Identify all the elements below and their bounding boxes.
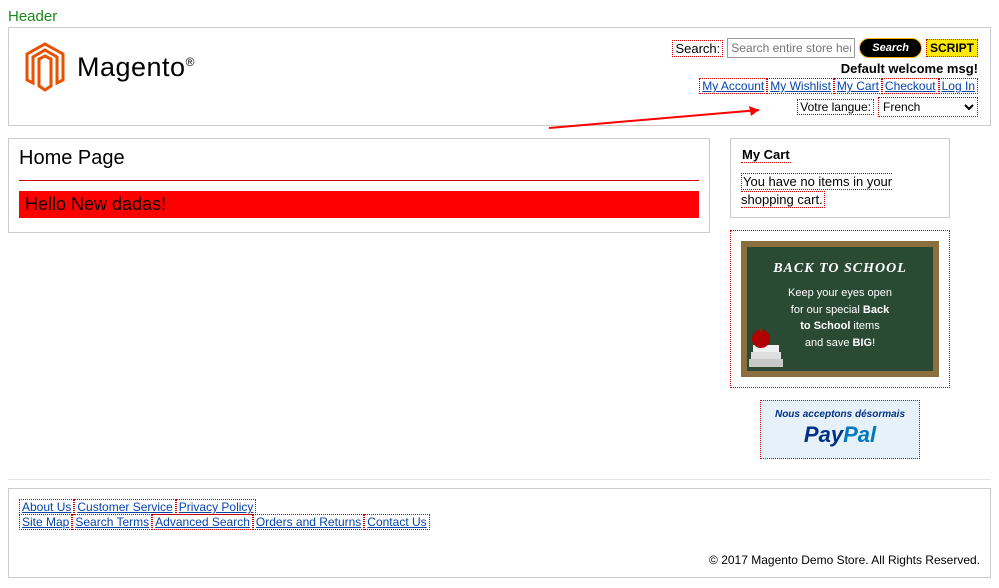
nav-links: My AccountMy WishlistMy CartCheckoutLog … (672, 78, 978, 93)
paypal-logo-icon: PayPal (767, 422, 913, 448)
nav-my-account[interactable]: My Account (699, 78, 767, 94)
welcome-msg: Default welcome msg! (672, 61, 978, 76)
title-underline (19, 180, 699, 181)
language-label: Votre langue: (797, 99, 874, 115)
promo-box: BACK TO SCHOOL Keep your eyes open for o… (730, 230, 950, 388)
copyright: © 2017 Magento Demo Store. All Rights Re… (19, 553, 980, 567)
footer-row-1: About UsCustomer ServicePrivacy Policy (19, 499, 980, 514)
logo-wrap: Magento® (23, 42, 195, 92)
nav-checkout[interactable]: Checkout (882, 78, 939, 94)
footer-row-2: Site MapSearch TermsAdvanced SearchOrder… (19, 514, 980, 529)
nav-my-cart[interactable]: My Cart (834, 78, 882, 94)
nav-my-wishlist[interactable]: My Wishlist (767, 78, 834, 94)
header-box: Magento® Search: Search SCRIPT Default w… (8, 27, 991, 126)
magento-logo-icon (23, 42, 67, 92)
footer-divider (8, 479, 991, 480)
search-input[interactable] (727, 38, 855, 58)
header-label: Header (8, 8, 991, 25)
footer: About UsCustomer ServicePrivacy Policy S… (8, 488, 991, 578)
footer-customer-service[interactable]: Customer Service (74, 499, 175, 515)
cart-title: My Cart (741, 147, 791, 163)
hello-bar: Hello New dadas! (19, 191, 699, 218)
main-content: Home Page Hello New dadas! (8, 138, 710, 233)
paypal-accept-text: Nous acceptons désormais (767, 409, 913, 420)
script-tag: SCRIPT (926, 39, 978, 57)
cart-box: My Cart You have no items in your shoppi… (730, 138, 950, 218)
footer-contact[interactable]: Contact Us (364, 514, 429, 530)
promo-title: BACK TO SCHOOL (757, 261, 923, 277)
footer-sitemap[interactable]: Site Map (19, 514, 72, 530)
footer-about[interactable]: About Us (19, 499, 74, 515)
page-title: Home Page (19, 147, 699, 174)
apple-books-icon (747, 321, 787, 371)
language-select[interactable]: French (878, 97, 978, 117)
brand-name: Magento® (77, 52, 195, 83)
footer-search-terms[interactable]: Search Terms (72, 514, 152, 530)
paypal-banner: Nous acceptons désormais PayPal (760, 400, 920, 459)
cart-empty-msg: You have no items in your shopping cart. (741, 173, 892, 208)
nav-log-in[interactable]: Log In (939, 78, 978, 94)
search-button[interactable]: Search (859, 38, 922, 58)
footer-orders-returns[interactable]: Orders and Returns (253, 514, 364, 530)
search-label: Search: (672, 40, 723, 57)
footer-privacy[interactable]: Privacy Policy (176, 499, 257, 515)
footer-advanced-search[interactable]: Advanced Search (152, 514, 253, 530)
